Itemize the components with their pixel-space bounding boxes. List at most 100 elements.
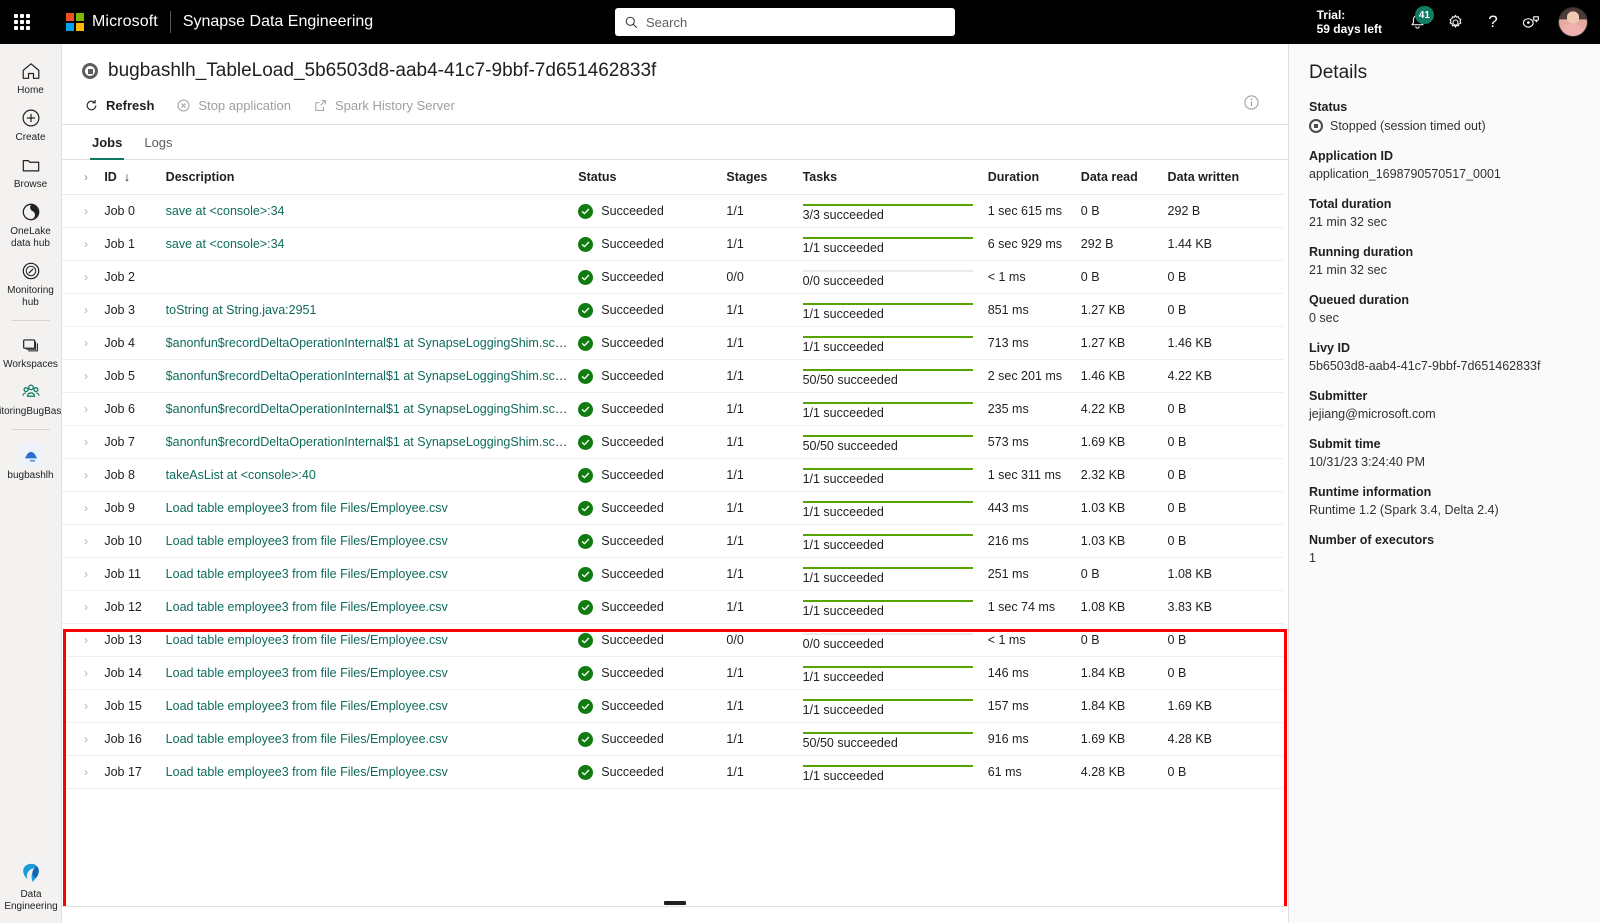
job-description-link[interactable]: Load table employee3 from file Files/Emp… [166,534,448,548]
row-expand-cell[interactable]: › [62,524,105,558]
notifications-button[interactable]: 41 [1398,0,1436,44]
row-expand-cell[interactable]: › [62,293,105,327]
avatar[interactable] [1558,7,1588,37]
row-expand-cell[interactable]: › [62,755,105,789]
settings-button[interactable] [1436,0,1474,44]
table-row[interactable]: › Job 17 Load table employee3 from file Fi… [62,755,1284,789]
search-input[interactable] [646,14,916,30]
stop-application-button[interactable]: Stop application [176,98,291,113]
chevron-right-icon[interactable]: › [62,369,88,383]
sidebar-item-browse[interactable]: Browse [0,148,62,195]
chevron-right-icon[interactable]: › [62,501,88,515]
row-expand-cell[interactable]: › [62,392,105,426]
spark-history-server-button[interactable]: Spark History Server [313,98,455,113]
job-description-link[interactable]: Load table employee3 from file Files/Emp… [166,600,448,614]
column-header-id[interactable]: ID ↓ [104,160,166,195]
chevron-right-icon[interactable]: › [62,204,88,218]
table-row[interactable]: › Job 16 Load table employee3 from file Fi… [62,722,1284,756]
table-row[interactable]: › Job 4 $anonfun$recordDeltaOperationInter… [62,326,1284,360]
app-name[interactable]: Synapse Data Engineering [183,13,373,31]
row-expand-cell[interactable]: › [62,623,105,657]
row-expand-cell[interactable]: › [62,359,105,393]
column-header-stages[interactable]: Stages [726,160,803,195]
help-button[interactable]: ? [1474,0,1512,44]
table-row[interactable]: › Job 13 Load table employee3 from file Fi… [62,623,1284,657]
chevron-right-icon[interactable]: › [62,237,88,251]
row-expand-cell[interactable]: › [62,458,105,492]
column-header-status[interactable]: Status [578,160,727,195]
column-header-description[interactable]: Description [165,160,579,195]
row-expand-cell[interactable]: › [62,590,105,624]
refresh-button[interactable]: Refresh [84,98,154,113]
app-launcher-icon[interactable] [0,0,44,44]
job-description-link[interactable]: $anonfun$recordDeltaOperationInternal$1 … [166,336,579,350]
table-row[interactable]: › Job 12 Load table employee3 from file Fi… [62,590,1284,624]
sidebar-item-home[interactable]: Home [0,54,62,101]
job-description-link[interactable]: $anonfun$recordDeltaOperationInternal$1 … [166,369,579,383]
column-header-duration[interactable]: Duration [987,160,1081,195]
sidebar-item-monitoringbugbashws[interactable]: MonitoringBugBashWs [0,375,81,422]
row-expand-cell[interactable]: › [62,260,105,294]
chevron-right-icon[interactable]: › [62,732,88,746]
chevron-right-icon[interactable]: › [62,534,88,548]
chevron-right-icon[interactable]: › [62,402,88,416]
row-expand-cell[interactable]: › [62,491,105,525]
table-row[interactable]: › Job 2 Succeeded 0/0 0/0 succeeded < 1 ms 0 B… [62,260,1284,294]
job-description-link[interactable]: Load table employee3 from file Files/Emp… [166,501,448,515]
chevron-right-icon[interactable]: › [62,633,88,647]
job-description-link[interactable]: toString at String.java:2951 [166,303,317,317]
row-expand-cell[interactable]: › [62,194,105,228]
chevron-right-icon[interactable]: › [62,567,88,581]
job-description-link[interactable]: $anonfun$recordDeltaOperationInternal$1 … [166,402,579,416]
chevron-right-icon[interactable]: › [62,435,88,449]
sidebar-item-create[interactable]: Create [0,101,62,148]
chevron-right-icon[interactable]: › [62,336,88,350]
job-description-link[interactable]: Load table employee3 from file Files/Emp… [166,732,448,746]
job-description-link[interactable]: save at <console>:34 [166,204,285,218]
job-description-link[interactable]: Load table employee3 from file Files/Emp… [166,666,448,680]
table-row[interactable]: › Job 5 $anonfun$recordDeltaOperationInter… [62,359,1284,393]
row-expand-cell[interactable]: › [62,227,105,261]
job-description-link[interactable]: Load table employee3 from file Files/Emp… [166,765,448,779]
column-header-data-written[interactable]: Data written [1167,160,1284,195]
diagnostics-panel-header[interactable]: Diagnostics ▲​ [62,907,1288,923]
job-description-link[interactable]: Load table employee3 from file Files/Emp… [166,699,448,713]
sidebar-item-workspaces[interactable]: Workspaces [0,328,62,375]
job-description-link[interactable]: takeAsList at <console>:40 [166,468,316,482]
table-row[interactable]: › Job 10 Load table employee3 from file Fi… [62,524,1284,558]
table-row[interactable]: › Job 11 Load table employee3 from file Fi… [62,557,1284,591]
chevron-right-icon[interactable]: › [62,699,88,713]
sidebar-item-monitoring-hub[interactable]: Monitoring hub [0,254,62,313]
tab-jobs[interactable]: Jobs [84,125,130,160]
chevron-right-icon[interactable]: › [62,468,88,482]
chevron-right-icon[interactable]: › [62,600,88,614]
table-row[interactable]: › Job 14 Load table employee3 from file Fi… [62,656,1284,690]
job-description-link[interactable]: Load table employee3 from file Files/Emp… [166,567,448,581]
table-row[interactable]: › Job 0 save at <console>:34 Succeeded 1/1 3/… [62,194,1284,228]
table-row[interactable]: › Job 3 toString at String.java:2951 Succee… [62,293,1284,327]
search-box[interactable] [615,8,955,36]
job-description-link[interactable]: $anonfun$recordDeltaOperationInternal$1 … [166,435,579,449]
row-expand-cell[interactable]: › [62,689,105,723]
row-expand-cell[interactable]: › [62,326,105,360]
panel-resize-handle[interactable] [664,901,686,905]
table-row[interactable]: › Job 9 Load table employee3 from file Fil… [62,491,1284,525]
job-description-link[interactable]: Load table employee3 from file Files/Emp… [166,633,448,647]
row-expand-cell[interactable]: › [62,722,105,756]
table-row[interactable]: › Job 7 $anonfun$recordDeltaOperationInter… [62,425,1284,459]
info-button[interactable] [1243,94,1260,116]
chevron-right-icon[interactable]: › [62,303,88,317]
chevron-right-icon[interactable]: › [62,270,88,284]
table-row[interactable]: › Job 1 save at <console>:34 Succeeded 1/1 1/… [62,227,1284,261]
table-row[interactable]: › Job 8 takeAsList at <console>:40 Succeede… [62,458,1284,492]
chevron-right-icon[interactable]: › [62,765,88,779]
experience-switcher-data-engineering[interactable]: Data Engineering [0,854,62,917]
column-header-tasks[interactable]: Tasks [802,160,988,195]
row-expand-cell[interactable]: › [62,656,105,690]
expand-all-column-header[interactable]: › [62,160,105,195]
row-expand-cell[interactable]: › [62,425,105,459]
feedback-button[interactable] [1512,0,1550,44]
chevron-right-icon[interactable]: › [62,666,88,680]
job-description-link[interactable]: save at <console>:34 [166,237,285,251]
column-header-data-read[interactable]: Data read [1080,160,1168,195]
